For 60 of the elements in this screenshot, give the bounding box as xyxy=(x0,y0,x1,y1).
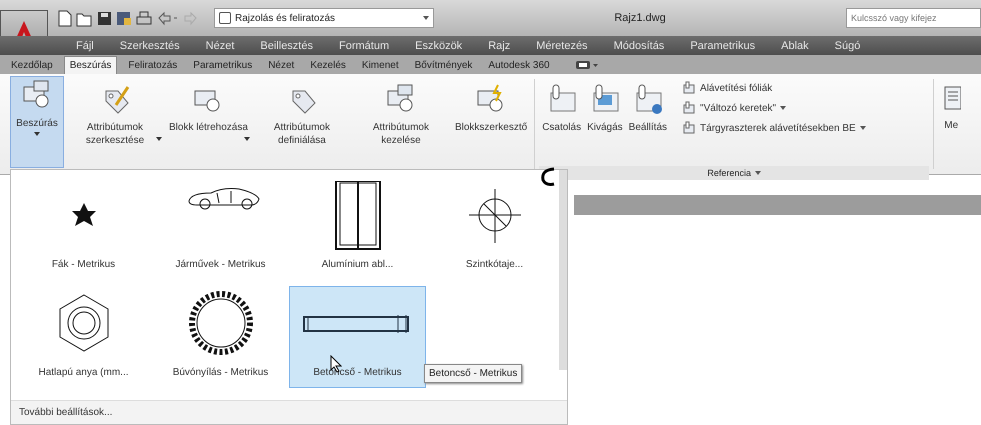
menu-item[interactable]: Formátum xyxy=(338,40,390,52)
ribbon-tab[interactable]: Feliratozás xyxy=(123,57,182,74)
window-title: Rajz1.dwg xyxy=(614,12,666,24)
arc-icon xyxy=(539,166,557,188)
workspace-dropdown[interactable]: Rajzolás és feliratozás xyxy=(214,8,434,28)
ribbon-button[interactable]: Attribútumok szerkesztése xyxy=(67,80,163,168)
attach-icon xyxy=(682,101,696,115)
ribbon-button[interactable]: Me xyxy=(938,74,964,135)
ribbon-button[interactable]: Attribútumok kezelése xyxy=(352,80,449,168)
pipe-icon xyxy=(302,314,408,334)
gallery-tile[interactable]: Szintkótaje... xyxy=(426,178,563,280)
attach-icon xyxy=(682,81,696,95)
ribbon-tab[interactable]: Nézet xyxy=(263,57,300,74)
menu-item[interactable]: Módosítás xyxy=(614,40,664,52)
ribbon-tab[interactable]: Beszúrás xyxy=(64,56,118,74)
ribbon-button[interactable]: Beszúrás xyxy=(10,76,64,168)
scrollbar[interactable] xyxy=(559,170,567,370)
ribbon-button[interactable]: Blokkszerkesztő xyxy=(452,80,530,168)
menu-item[interactable]: Fájl xyxy=(76,40,94,52)
ribbon-small-button[interactable]: Tárgyraszterek alávetítésekben BE xyxy=(680,120,868,136)
ribbon-tab[interactable]: Parametrikus xyxy=(188,57,258,74)
ribbon-small-button[interactable]: Alávetítési fóliák xyxy=(680,80,868,96)
menu-item[interactable]: Parametrikus xyxy=(690,40,756,52)
search-field[interactable]: Kulcsszó vagy kifejez xyxy=(846,8,981,28)
ribbon-button[interactable]: Kivágás xyxy=(584,80,626,166)
caret-icon xyxy=(754,171,761,175)
ribbon-small-button[interactable]: "Változó keretek" xyxy=(680,100,868,116)
panel-title-bar[interactable]: Referencia xyxy=(539,166,930,180)
window-drawing xyxy=(334,181,380,250)
panel-toggle-icon[interactable] xyxy=(574,58,599,70)
menu-item[interactable]: Nézet xyxy=(206,40,234,52)
manhole-icon xyxy=(188,291,252,355)
ribbon-tab[interactable]: Kezelés xyxy=(305,57,351,74)
gallery-tile[interactable]: Alumínium abl... xyxy=(289,178,426,280)
tooltip: Betoncső - Metrikus xyxy=(424,364,522,383)
ribbon-tab[interactable]: Autodesk 360 xyxy=(483,57,555,74)
ribbon-tab[interactable]: Bővítmények xyxy=(410,57,478,74)
menu-item[interactable]: Méretezés xyxy=(536,40,588,52)
hex-nut-icon xyxy=(59,294,108,352)
gallery-tile[interactable]: Hatlapú anya (mm... xyxy=(15,286,152,388)
car-icon xyxy=(188,188,259,210)
gallery-tile[interactable]: Fák - Metrikus xyxy=(15,178,152,280)
ribbon-button[interactable]: Csatolás xyxy=(539,80,584,166)
ribbon-tab[interactable]: Kezdőlap xyxy=(6,57,58,74)
menu-item[interactable]: Ablak xyxy=(781,40,809,52)
ribbon-button[interactable]: Attribútumok definiálása xyxy=(254,80,350,168)
menu-item[interactable]: Rajz xyxy=(488,40,510,52)
level-mark-icon xyxy=(468,188,521,244)
panel-title: Referencia xyxy=(707,168,751,178)
ribbon-button[interactable]: Blokk létrehozása xyxy=(166,80,251,168)
menu-item[interactable]: Szerkesztés xyxy=(120,40,180,52)
gallery-tile[interactable]: Búvónyílás - Metrikus xyxy=(152,286,289,388)
menu-item[interactable]: Beillesztés xyxy=(260,40,313,52)
gallery-tile[interactable]: Járművek - Metrikus xyxy=(152,178,289,280)
attach-icon xyxy=(682,121,696,135)
ribbon-button[interactable]: Beállítás xyxy=(626,80,670,166)
ribbon-tab[interactable]: Kimenet xyxy=(356,57,404,74)
menu-item[interactable]: Súgó xyxy=(834,40,860,52)
menu-item[interactable]: Eszközök xyxy=(415,40,462,52)
more-options-link[interactable]: További beállítások... xyxy=(11,400,567,424)
